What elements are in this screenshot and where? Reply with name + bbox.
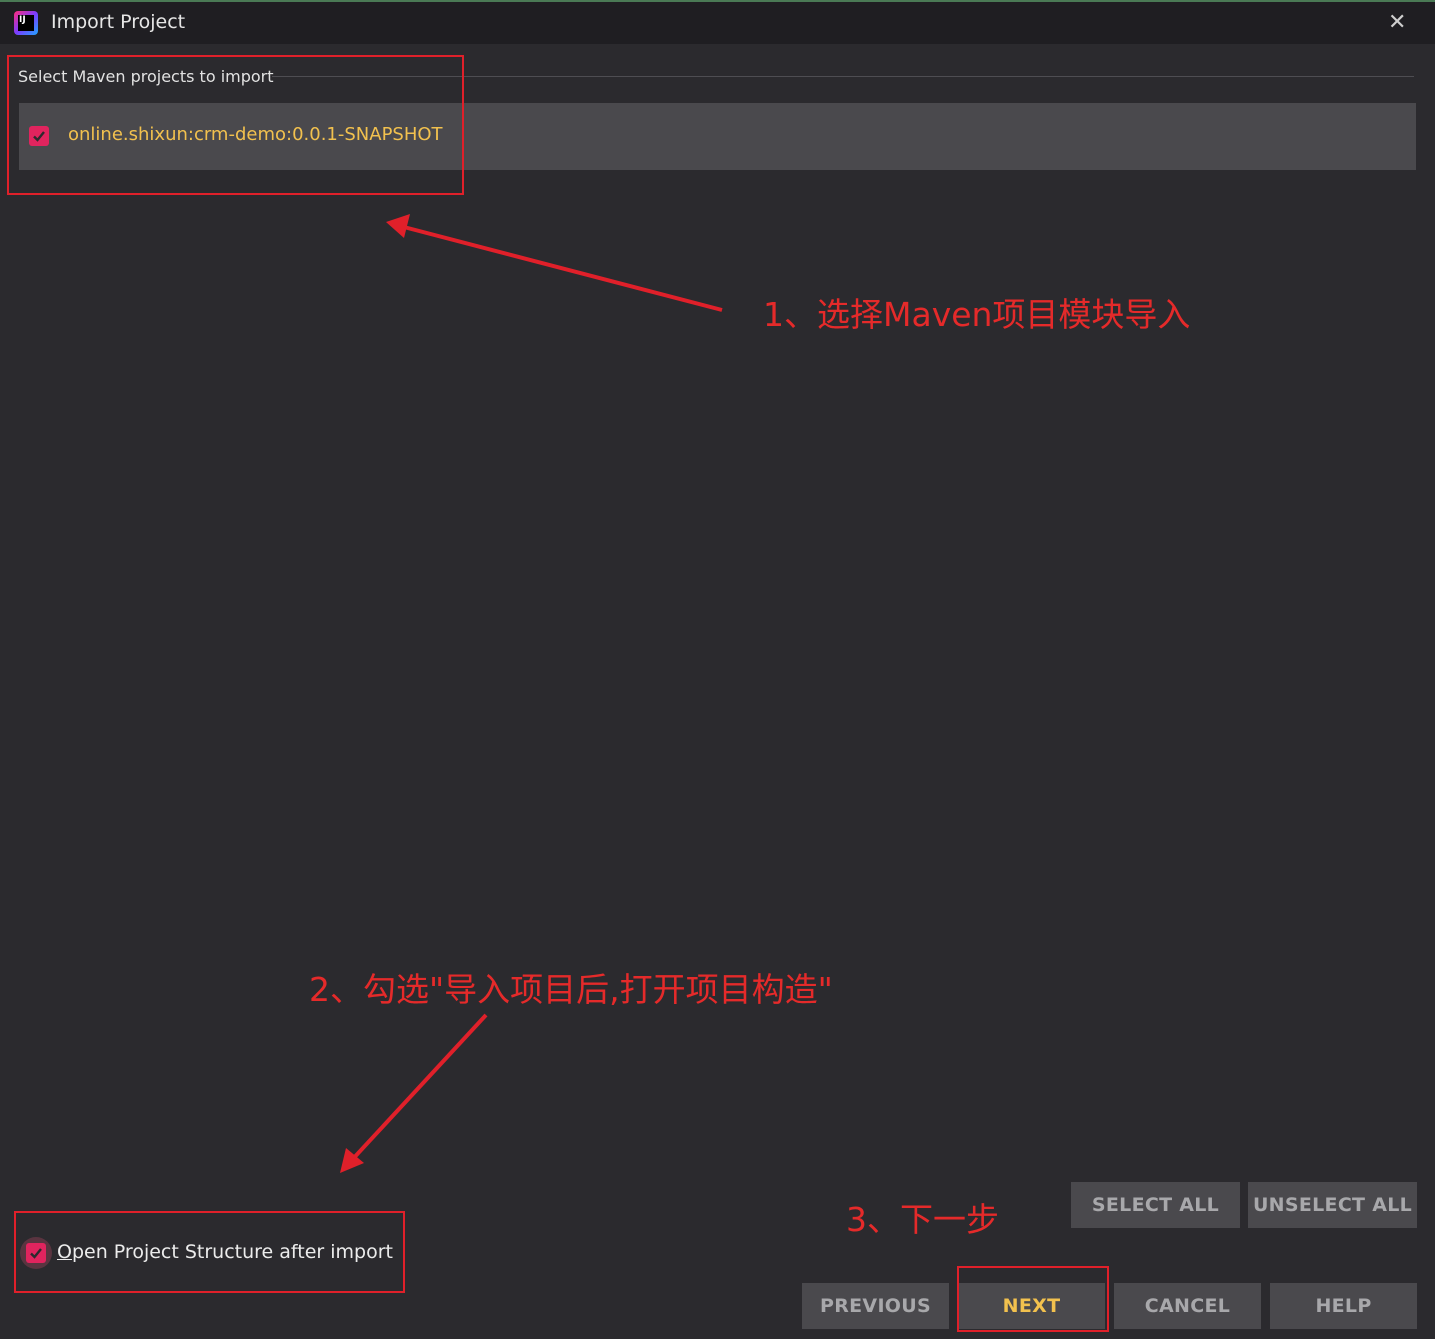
- select-all-button[interactable]: SELECT ALL: [1071, 1182, 1240, 1228]
- previous-button[interactable]: PREVIOUS: [802, 1283, 949, 1329]
- unselect-all-button[interactable]: UNSELECT ALL: [1248, 1182, 1417, 1228]
- annotation-step-1: 1、选择Maven项目模块导入: [763, 295, 1191, 334]
- annotation-step-2: 2、勾选"导入项目后,打开项目构造": [309, 970, 833, 1009]
- annotation-box-next: [957, 1266, 1109, 1332]
- annotation-box-open-structure: [14, 1211, 405, 1293]
- annotation-step-3: 3、下一步: [846, 1200, 999, 1239]
- cancel-button[interactable]: CANCEL: [1114, 1283, 1261, 1329]
- annotation-arrow-1: [340, 214, 723, 1173]
- help-button[interactable]: HELP: [1270, 1283, 1417, 1329]
